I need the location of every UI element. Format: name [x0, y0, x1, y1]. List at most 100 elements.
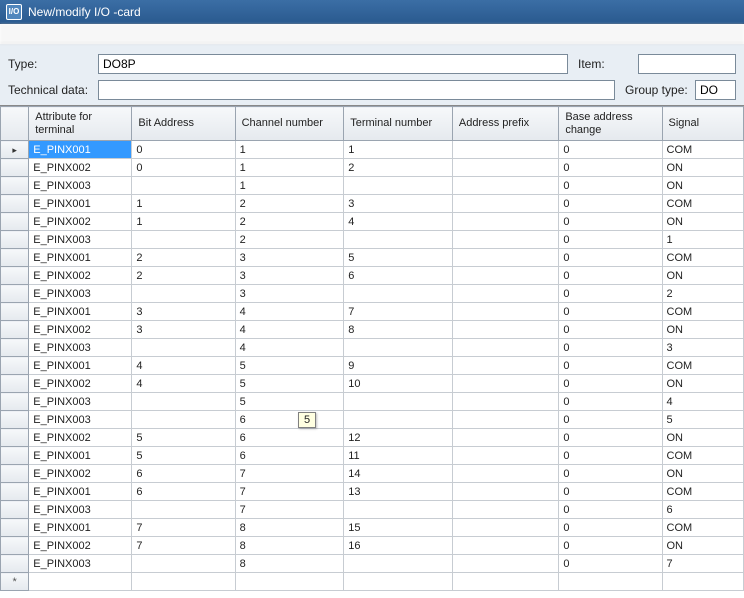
- cell-prefix[interactable]: [452, 393, 558, 411]
- cell-attr[interactable]: E_PINX002: [29, 267, 132, 285]
- cell-term[interactable]: [344, 285, 453, 303]
- cell-base[interactable]: 0: [559, 159, 662, 177]
- cell-attr[interactable]: E_PINX003: [29, 231, 132, 249]
- cell-prefix[interactable]: [452, 213, 558, 231]
- row-header[interactable]: [1, 267, 29, 285]
- cell-base[interactable]: 0: [559, 285, 662, 303]
- table-row[interactable]: E_PINX00167130COM: [1, 483, 744, 501]
- cell-bit[interactable]: [132, 555, 235, 573]
- col-header-bit[interactable]: Bit Address: [132, 107, 235, 141]
- cell-prefix[interactable]: [452, 141, 558, 159]
- cell-chan[interactable]: 5: [235, 393, 344, 411]
- cell-chan[interactable]: 5: [235, 375, 344, 393]
- cell-base[interactable]: 0: [559, 303, 662, 321]
- cell-base[interactable]: 0: [559, 339, 662, 357]
- cell-empty[interactable]: [29, 573, 132, 591]
- cell-chan[interactable]: 3: [235, 249, 344, 267]
- cell-bit[interactable]: 4: [132, 375, 235, 393]
- row-header[interactable]: [1, 465, 29, 483]
- cell-attr[interactable]: E_PINX003: [29, 555, 132, 573]
- cell-sig[interactable]: COM: [662, 249, 744, 267]
- cell-bit[interactable]: [132, 285, 235, 303]
- row-header[interactable]: [1, 159, 29, 177]
- cell-base[interactable]: 0: [559, 483, 662, 501]
- cell-prefix[interactable]: [452, 555, 558, 573]
- row-header[interactable]: [1, 429, 29, 447]
- cell-term[interactable]: 7: [344, 303, 453, 321]
- cell-prefix[interactable]: [452, 177, 558, 195]
- cell-sig[interactable]: ON: [662, 267, 744, 285]
- row-header[interactable]: [1, 285, 29, 303]
- cell-term[interactable]: 9: [344, 357, 453, 375]
- table-row[interactable]: E_PINX003302: [1, 285, 744, 303]
- cell-prefix[interactable]: [452, 519, 558, 537]
- row-header[interactable]: [1, 177, 29, 195]
- cell-term[interactable]: [344, 555, 453, 573]
- cell-bit[interactable]: 5: [132, 429, 235, 447]
- cell-prefix[interactable]: [452, 411, 558, 429]
- cell-term[interactable]: 1: [344, 141, 453, 159]
- cell-sig[interactable]: 7: [662, 555, 744, 573]
- cell-prefix[interactable]: [452, 285, 558, 303]
- row-header[interactable]: [1, 393, 29, 411]
- cell-empty[interactable]: [559, 573, 662, 591]
- row-header[interactable]: [1, 411, 29, 429]
- cell-term[interactable]: 16: [344, 537, 453, 555]
- grouptype-input[interactable]: [695, 80, 736, 100]
- cell-chan[interactable]: 3: [235, 285, 344, 303]
- cell-attr[interactable]: E_PINX003: [29, 177, 132, 195]
- table-row[interactable]: E_PINX0010110COM: [1, 141, 744, 159]
- cell-bit[interactable]: [132, 231, 235, 249]
- cell-prefix[interactable]: [452, 339, 558, 357]
- table-row[interactable]: E_PINX003605: [1, 411, 744, 429]
- cell-attr[interactable]: E_PINX002: [29, 375, 132, 393]
- col-header-sig[interactable]: Signal: [662, 107, 744, 141]
- cell-base[interactable]: 0: [559, 213, 662, 231]
- cell-sig[interactable]: COM: [662, 519, 744, 537]
- type-input[interactable]: [98, 54, 568, 74]
- table-row[interactable]: E_PINX0012350COM: [1, 249, 744, 267]
- cell-attr[interactable]: E_PINX001: [29, 141, 132, 159]
- cell-attr[interactable]: E_PINX001: [29, 195, 132, 213]
- cell-prefix[interactable]: [452, 501, 558, 519]
- cell-bit[interactable]: 4: [132, 357, 235, 375]
- cell-chan[interactable]: 6: [235, 429, 344, 447]
- table-row[interactable]: E_PINX0023480ON: [1, 321, 744, 339]
- cell-bit[interactable]: 6: [132, 465, 235, 483]
- cell-base[interactable]: 0: [559, 447, 662, 465]
- col-header-attr[interactable]: Attribute for terminal: [29, 107, 132, 141]
- cell-prefix[interactable]: [452, 447, 558, 465]
- row-header[interactable]: [1, 357, 29, 375]
- cell-term[interactable]: [344, 231, 453, 249]
- cell-base[interactable]: 0: [559, 537, 662, 555]
- row-header[interactable]: [1, 231, 29, 249]
- cell-sig[interactable]: 5: [662, 411, 744, 429]
- cell-attr[interactable]: E_PINX003: [29, 501, 132, 519]
- cell-chan[interactable]: 1: [235, 177, 344, 195]
- table-row[interactable]: E_PINX0020120ON: [1, 159, 744, 177]
- cell-bit[interactable]: 1: [132, 213, 235, 231]
- cell-attr[interactable]: E_PINX001: [29, 483, 132, 501]
- cell-attr[interactable]: E_PINX001: [29, 249, 132, 267]
- cell-chan[interactable]: 4: [235, 321, 344, 339]
- cell-bit[interactable]: 2: [132, 267, 235, 285]
- cell-attr[interactable]: E_PINX001: [29, 303, 132, 321]
- cell-chan[interactable]: 3: [235, 267, 344, 285]
- cell-prefix[interactable]: [452, 231, 558, 249]
- table-row[interactable]: E_PINX003201: [1, 231, 744, 249]
- cell-empty[interactable]: [132, 573, 235, 591]
- cell-prefix[interactable]: [452, 357, 558, 375]
- table-row[interactable]: E_PINX0014590COM: [1, 357, 744, 375]
- table-row[interactable]: E_PINX0011230COM: [1, 195, 744, 213]
- cell-base[interactable]: 0: [559, 519, 662, 537]
- col-header-prefix[interactable]: Address prefix: [452, 107, 558, 141]
- cell-attr[interactable]: E_PINX003: [29, 285, 132, 303]
- cell-chan[interactable]: 7: [235, 465, 344, 483]
- cell-sig[interactable]: COM: [662, 141, 744, 159]
- row-header[interactable]: [1, 555, 29, 573]
- cell-prefix[interactable]: [452, 303, 558, 321]
- row-header[interactable]: [1, 321, 29, 339]
- cell-term[interactable]: [344, 339, 453, 357]
- cell-sig[interactable]: ON: [662, 321, 744, 339]
- cell-chan[interactable]: 1: [235, 159, 344, 177]
